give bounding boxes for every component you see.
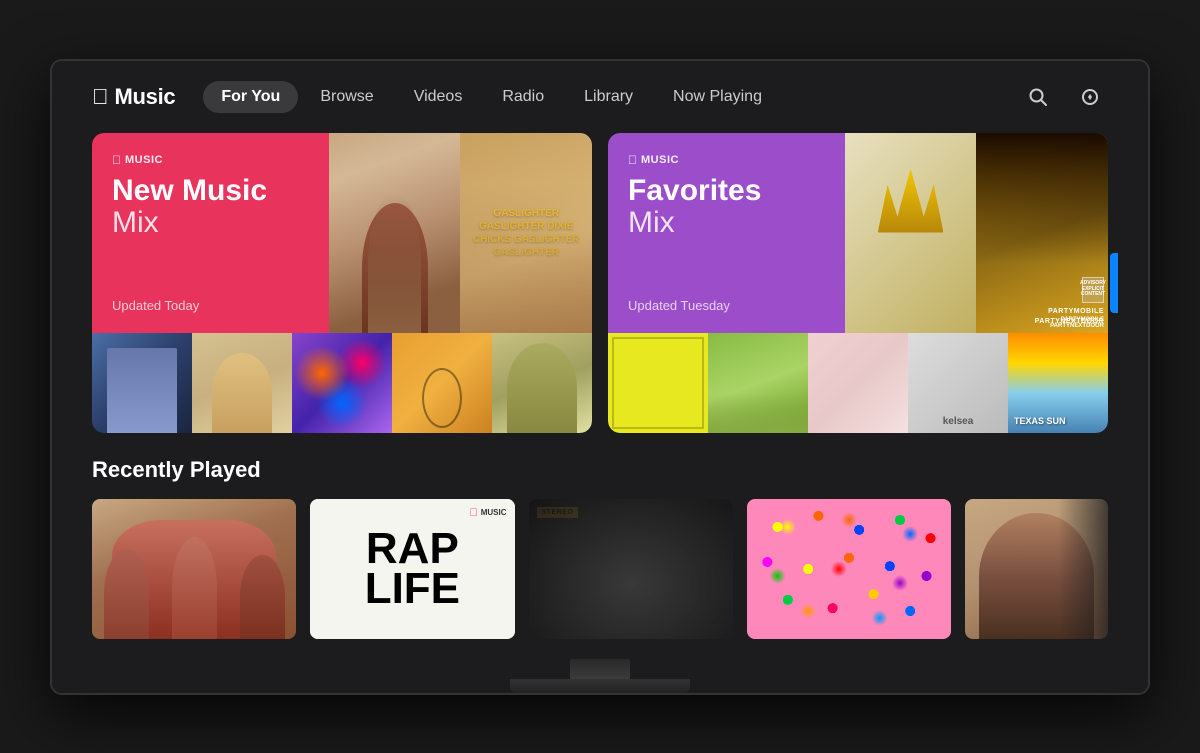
mix-sub-title: Mix <box>112 206 309 240</box>
apple-icon:  <box>92 84 109 110</box>
mix-title-text: New Music Mix <box>112 175 309 241</box>
favorites-title-group: Favorites Mix <box>628 175 825 241</box>
thumb-colorful <box>292 333 392 433</box>
right-bottom-thumbs: kelsea TEXAS SUN <box>608 333 1108 433</box>
favorites-main-title: Favorites <box>628 175 825 207</box>
kelsea-album: kelsea <box>908 333 1008 433</box>
nav-library[interactable]: Library <box>566 81 651 113</box>
favorites-apple-icon:  <box>628 153 637 167</box>
rap-life-text: RAPLIFE <box>365 529 460 608</box>
scroll-indicator <box>1110 253 1118 313</box>
kelsea-label: kelsea <box>943 416 974 427</box>
favorites-mix-card[interactable]:  MUSIC Favorites Mix Updated Tuesday <box>608 133 1108 433</box>
navigation-bar:  Music For You Browse Videos Radio Libr… <box>52 61 1148 133</box>
texas-sun-label: TEXAS SUN <box>1014 416 1066 427</box>
new-music-mix-card[interactable]:  MUSIC New Music Mix Updated Today <box>92 133 592 433</box>
recent-item-portrait[interactable] <box>965 499 1108 639</box>
featured-cards-row:  MUSIC New Music Mix Updated Today <box>82 133 1118 433</box>
tv-stand <box>52 659 1148 693</box>
nav-items: For You Browse Videos Radio Library Now … <box>203 81 1012 113</box>
favorites-updated: Updated Tuesday <box>628 298 825 313</box>
recent-item-1[interactable] <box>92 499 296 639</box>
thumb-cycling <box>392 333 492 433</box>
nav-now-playing[interactable]: Now Playing <box>655 81 780 113</box>
apple-music-badge:  MUSIC <box>112 153 309 167</box>
apple-music-small-badge:  MUSIC <box>469 507 506 519</box>
mix-main-title: New Music <box>112 175 309 207</box>
pink-smiley <box>808 333 908 433</box>
flower-dots <box>747 499 951 639</box>
nav-browse[interactable]: Browse <box>302 81 391 113</box>
recently-played-row: RAPLIFE  MUSIC STEREO <box>82 499 1118 639</box>
recent-item-rap-life[interactable]: RAPLIFE  MUSIC <box>310 499 514 639</box>
stand-neck <box>570 659 630 679</box>
recently-played-section: Recently Played <box>82 457 1118 639</box>
recently-played-title: Recently Played <box>82 457 1118 483</box>
portrait-thumb <box>329 133 461 333</box>
bottom-thumbs-row <box>92 333 592 433</box>
nav-icons <box>1020 79 1108 115</box>
settings-button[interactable] <box>1072 79 1108 115</box>
texas-sun-album: TEXAS SUN <box>1008 333 1108 433</box>
mix-updated-text: Updated Today <box>112 298 309 313</box>
main-content:  MUSIC New Music Mix Updated Today <box>52 133 1148 659</box>
stand-base <box>510 679 690 693</box>
nav-videos[interactable]: Videos <box>396 81 481 113</box>
nav-radio[interactable]: Radio <box>484 81 562 113</box>
thumb-portrait-yellow <box>492 333 592 433</box>
crown-art-thumb <box>845 133 977 333</box>
yellow-album <box>608 333 708 433</box>
partymobile-title: PARTYMOBILEPARTYNEXTDOOR <box>1035 307 1104 327</box>
tv-wrapper:  Music For You Browse Videos Radio Libr… <box>50 59 1150 695</box>
tv-screen:  Music For You Browse Videos Radio Libr… <box>50 59 1150 695</box>
thumb-architecture <box>92 333 192 433</box>
partymobile-thumb: PARTYMOBILEPARTYNEXTDOOR ADVISORYEXPLICI… <box>976 133 1108 333</box>
field-photo <box>708 333 808 433</box>
thumb-blonde <box>192 333 292 433</box>
app-logo:  Music <box>92 84 175 110</box>
favorites-badge-label: MUSIC <box>641 154 679 166</box>
favorites-sub-title: Mix <box>628 206 825 240</box>
search-icon <box>1028 87 1048 107</box>
nav-for-you[interactable]: For You <box>203 81 298 113</box>
apple-badge-icon:  <box>112 153 121 167</box>
app-name: Music <box>115 84 176 110</box>
favorites-mix-tile[interactable]:  MUSIC Favorites Mix Updated Tuesday <box>608 133 845 333</box>
settings-icon <box>1080 87 1100 107</box>
badge-label: MUSIC <box>125 154 163 166</box>
recent-item-flowers[interactable] <box>747 499 951 639</box>
recent-item-stereo[interactable]: STEREO <box>529 499 733 639</box>
search-button[interactable] <box>1020 79 1056 115</box>
new-music-mix-tile[interactable]:  MUSIC New Music Mix Updated Today <box>92 133 329 333</box>
gaslighter-thumb: GASLIGHTER GASLIGHTER DIXIE CHICKS GASLI… <box>460 133 592 333</box>
favorites-apple-badge:  MUSIC <box>628 153 825 167</box>
